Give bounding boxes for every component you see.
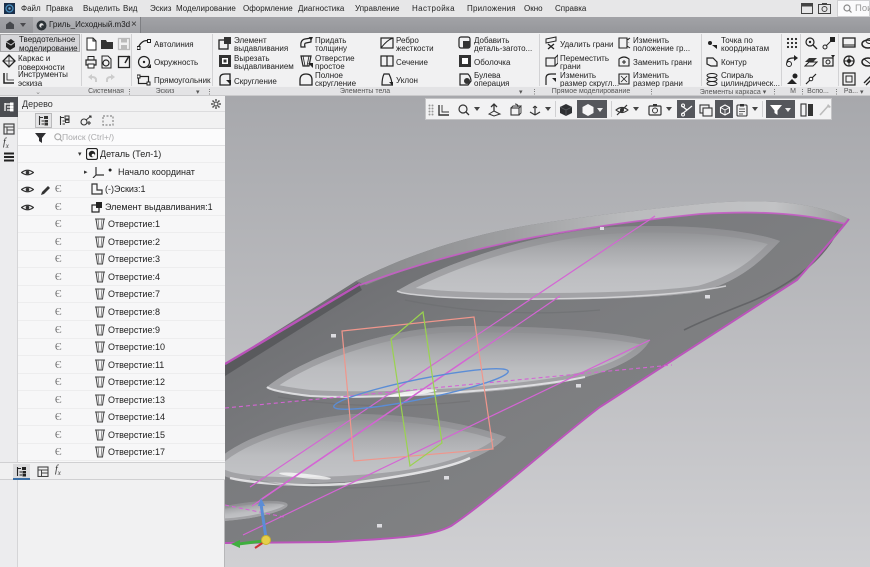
svg-text::: :: [628, 39, 630, 45]
